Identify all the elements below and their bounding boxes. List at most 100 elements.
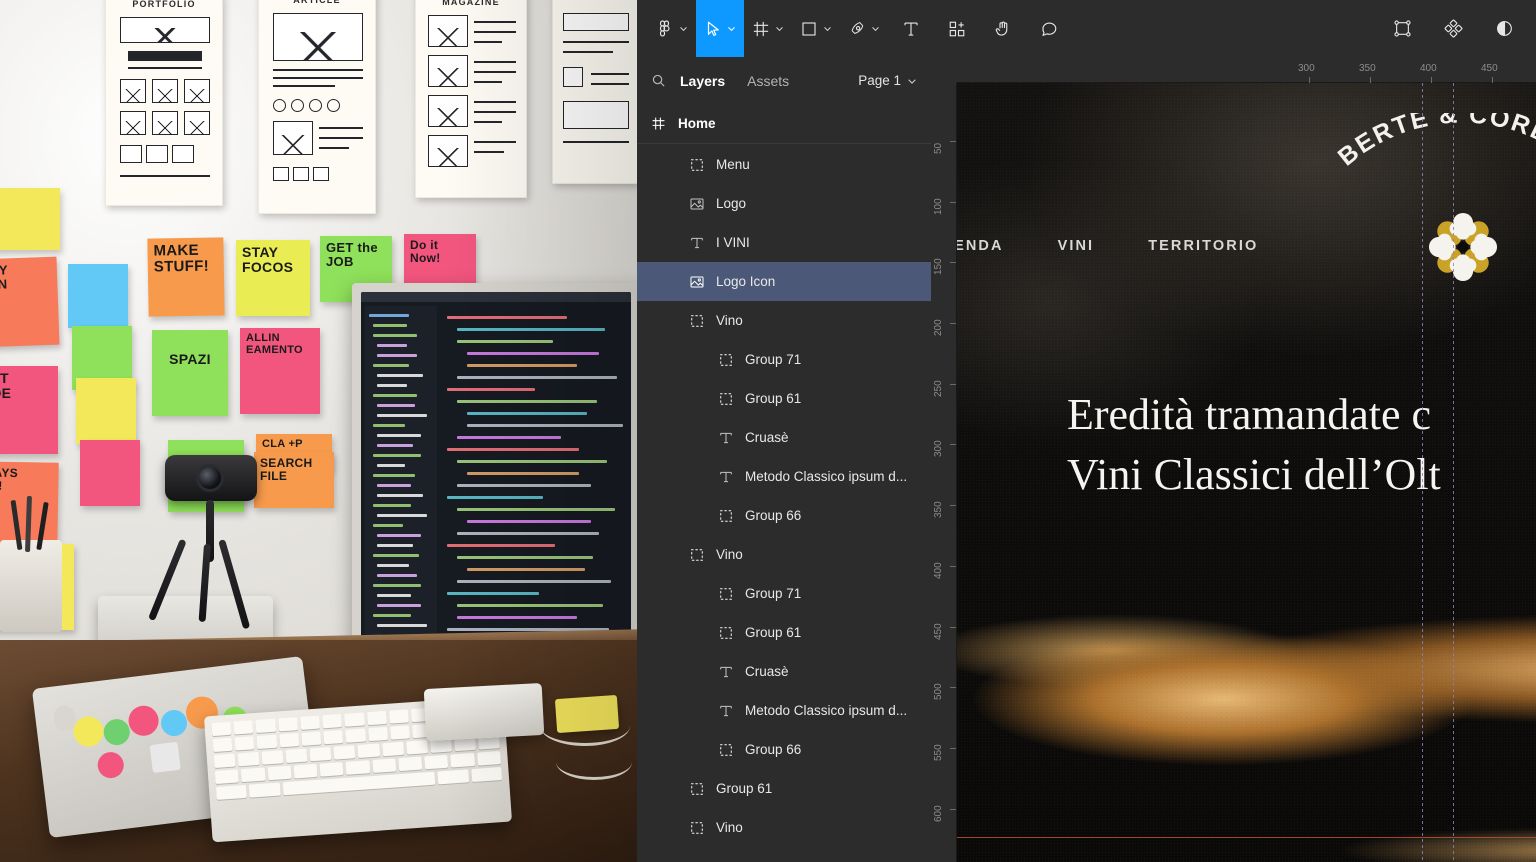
layer-row-label: Metodo Classico ipsum d... xyxy=(745,703,908,718)
layer-row[interactable]: Vino xyxy=(637,535,931,574)
ruler-tick xyxy=(950,627,956,628)
layer-row[interactable]: Metodo Classico ipsum d... xyxy=(637,457,931,496)
image-icon xyxy=(689,196,705,212)
nav-item-vini[interactable]: VINI xyxy=(1058,238,1095,254)
comment-tool-icon[interactable] xyxy=(1026,0,1072,57)
hero-headline: Eredità tramandate c Vini Classici dell’… xyxy=(1067,385,1441,506)
shape-tool-icon[interactable] xyxy=(792,0,840,57)
layer-row[interactable]: Metodo Classico ipsum d... xyxy=(637,691,931,730)
layer-row[interactable]: Group 71 xyxy=(637,340,931,379)
group-icon xyxy=(718,586,734,602)
layer-row[interactable]: Cruasè xyxy=(637,652,931,691)
sticky-note: STAY FOCOS xyxy=(236,240,310,316)
text-icon xyxy=(718,703,734,719)
group-icon xyxy=(718,391,734,407)
ruler-tick-label: 50 xyxy=(933,142,944,154)
chevron-down-icon xyxy=(872,27,879,32)
layer-row[interactable]: Logo xyxy=(637,184,931,223)
ruler-tick-label: 100 xyxy=(933,198,944,215)
layer-row[interactable]: Vino xyxy=(637,301,931,340)
ruler-tick xyxy=(950,687,956,688)
ruler-tick-label: 400 xyxy=(1420,63,1437,74)
layer-row-label: I VINI xyxy=(716,235,750,250)
page-selector[interactable]: Page 1 xyxy=(858,73,917,88)
tab-layers[interactable]: Layers xyxy=(680,73,725,89)
layer-row-label: Metodo Classico ipsum d... xyxy=(745,469,908,484)
move-tool-icon[interactable] xyxy=(696,0,744,57)
ruler-tick xyxy=(950,566,956,567)
ruler-tick-label: 150 xyxy=(933,258,944,275)
chevron-down-icon xyxy=(824,27,831,32)
brand-logo[interactable]: BERTÈ & CORDINI xyxy=(1297,113,1536,283)
pen-tool-icon[interactable] xyxy=(840,0,888,57)
layer-row[interactable]: Group 66 xyxy=(637,496,931,535)
layer-row-label: Vino xyxy=(716,820,743,835)
plugins-icon[interactable] xyxy=(1428,0,1479,57)
layer-row-label: Group 71 xyxy=(745,586,802,601)
nav-item-territorio[interactable]: TERRITORIO xyxy=(1148,238,1258,254)
ruler-tick xyxy=(950,262,956,263)
text-icon xyxy=(689,235,705,251)
frame-row-home[interactable]: Home xyxy=(637,104,931,144)
figma-window: Layers Assets Page 1 Home Menu Logo I VINI… xyxy=(637,0,1536,862)
chevron-down-icon xyxy=(908,78,916,84)
site-nav[interactable]: ZIENDA VINI TERRITORIO xyxy=(957,238,1258,254)
scale-tool-icon[interactable] xyxy=(1377,0,1428,57)
layer-row[interactable]: Group 61 xyxy=(637,613,931,652)
sticky-note: SEARCH FILE xyxy=(254,452,334,508)
guide-vertical[interactable] xyxy=(1422,83,1423,862)
chevron-down-icon xyxy=(776,27,783,32)
layer-row[interactable]: Menu xyxy=(637,145,931,184)
chevron-down-icon xyxy=(728,27,735,32)
layer-row[interactable]: Group 66 xyxy=(637,730,931,769)
layer-row[interactable]: Cruasè xyxy=(637,418,931,457)
layer-row[interactable]: Group 61 xyxy=(637,769,931,808)
ruler-tick xyxy=(1309,77,1310,83)
ruler-tick-label: 300 xyxy=(1298,63,1315,74)
ruler-tick xyxy=(950,141,956,142)
layer-row-label: Cruasè xyxy=(745,664,789,679)
nav-item-azienda[interactable]: ZIENDA xyxy=(957,238,1004,254)
components-tool-icon[interactable] xyxy=(934,0,980,57)
group-icon xyxy=(718,742,734,758)
screen-root: PORTFOLIO ARTICLE MAGAZINE PLY IGN T E W… xyxy=(0,0,1536,862)
artboard-home[interactable]: ZIENDA VINI TERRITORIO BERTÈ & CORDINI xyxy=(957,83,1536,862)
headline-line-2: Vini Classici dell’Olt xyxy=(1067,450,1441,500)
layer-row-label: Group 61 xyxy=(745,391,802,406)
contrast-icon[interactable] xyxy=(1479,0,1536,57)
layer-row[interactable]: Group 61 xyxy=(637,379,931,418)
toolbar xyxy=(637,0,1536,57)
ruler-tick xyxy=(1370,77,1371,83)
sketch-title: ARTICLE xyxy=(293,0,341,5)
sketch-paper-portfolio: PORTFOLIO xyxy=(105,0,223,206)
search-icon[interactable] xyxy=(651,73,666,88)
canvas[interactable]: ZIENDA VINI TERRITORIO BERTÈ & CORDINI xyxy=(931,57,1536,862)
figma-menu-icon[interactable] xyxy=(637,0,696,57)
guide-horizontal[interactable] xyxy=(957,837,1536,838)
layer-row[interactable]: Vino xyxy=(637,808,931,847)
sticky-note: SPAZI xyxy=(152,330,228,416)
ruler-tick-label: 500 xyxy=(933,683,944,700)
yellow-desk-item xyxy=(554,694,620,734)
hand-tool-icon[interactable] xyxy=(980,0,1026,57)
text-icon xyxy=(718,664,734,680)
panel-header: Layers Assets Page 1 xyxy=(637,57,931,104)
layers-list[interactable]: Menu Logo I VINI Logo Icon Vino Group 71 Group… xyxy=(637,145,931,862)
tab-assets[interactable]: Assets xyxy=(747,73,789,89)
frame-tool-icon[interactable] xyxy=(744,0,792,57)
sketch-paper-magazine: MAGAZINE xyxy=(415,0,527,198)
ruler-horizontal[interactable]: 300350400450500550620646 xyxy=(931,57,1536,83)
ruler-tick-label: 450 xyxy=(1481,63,1498,74)
layer-row-label: Logo xyxy=(716,196,747,211)
ruler-tick-label: 200 xyxy=(933,319,944,336)
layer-row[interactable]: I VINI xyxy=(637,223,931,262)
external-drive xyxy=(423,682,545,742)
layer-row[interactable]: Group 71 xyxy=(637,574,931,613)
text-tool-icon[interactable] xyxy=(888,0,934,57)
monitor-screen xyxy=(361,292,631,642)
guide-vertical[interactable] xyxy=(1453,83,1454,862)
ruler-vertical[interactable]: 50100150200250300350400450500550600650 xyxy=(931,57,957,862)
layers-panel: Layers Assets Page 1 Home Menu Logo I VINI… xyxy=(637,57,931,862)
chevron-down-icon xyxy=(680,27,687,32)
layer-row[interactable]: Logo Icon xyxy=(637,262,931,301)
